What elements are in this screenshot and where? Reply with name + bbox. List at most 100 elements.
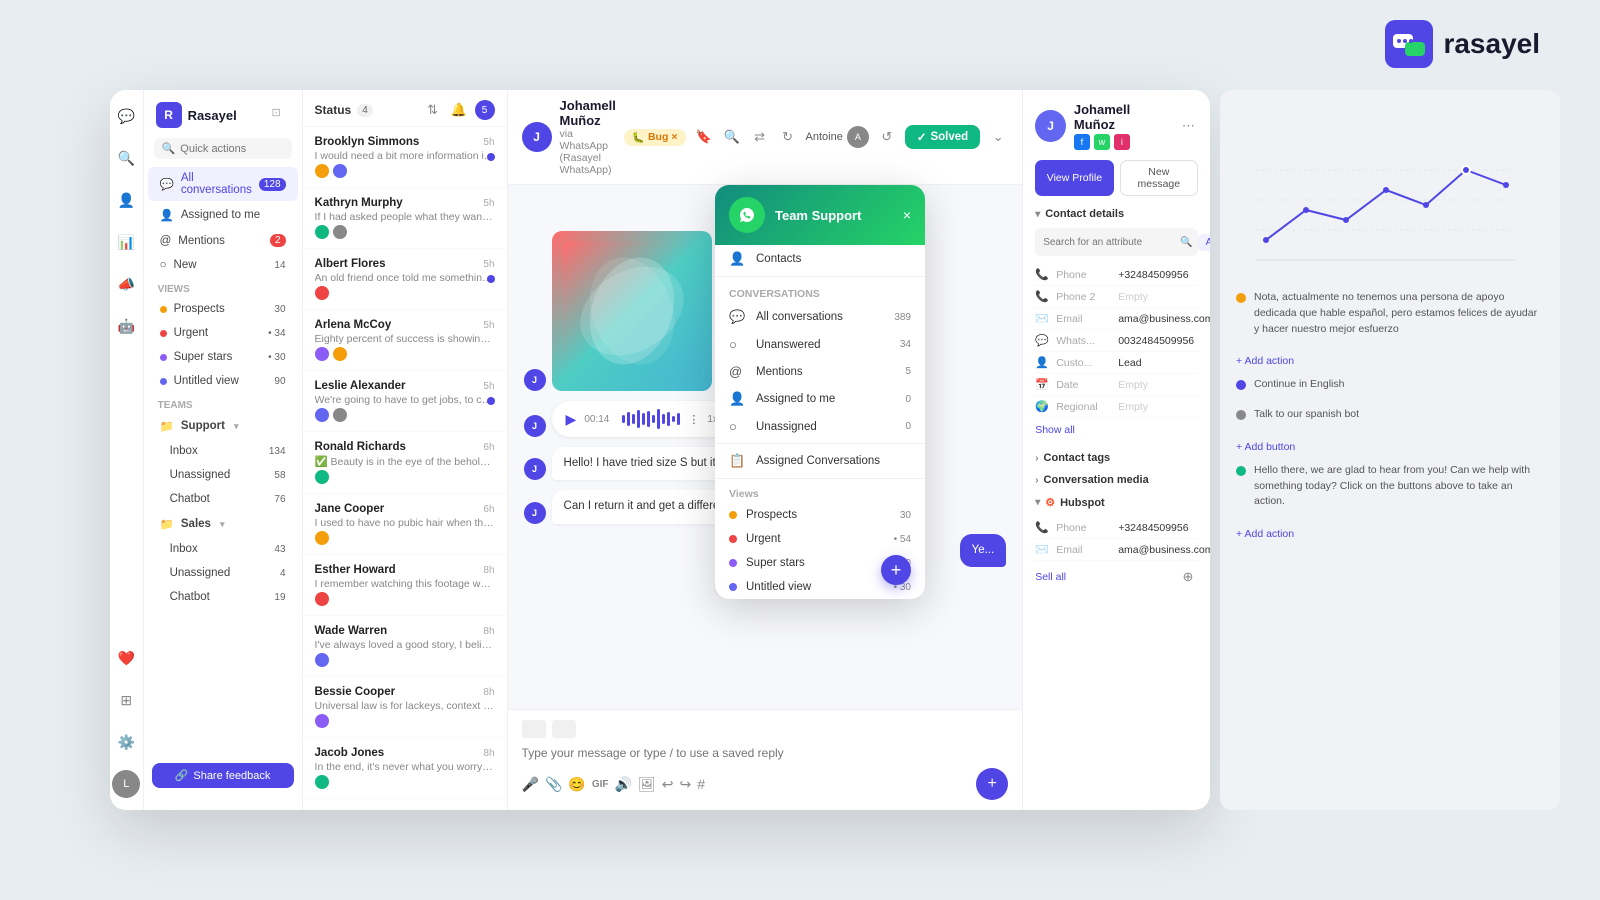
attribute-search[interactable]: 🔍 Add xyxy=(1035,228,1198,256)
emoji-icon[interactable]: 😊 xyxy=(568,776,585,793)
contact-more-icon[interactable]: ⋯ xyxy=(1179,116,1198,136)
bug-close-icon[interactable]: × xyxy=(671,131,677,143)
sidebar-item-support-unassigned[interactable]: Unassigned 58 xyxy=(148,464,298,486)
nav-icon-reports[interactable]: 📊 xyxy=(112,228,140,256)
sidebar-item-new[interactable]: ○ New 14 xyxy=(148,254,298,276)
sidebar-search[interactable]: 🔍 xyxy=(154,138,292,159)
whatsapp-icon[interactable]: w xyxy=(1094,134,1110,150)
sidebar-item-support-chatbot[interactable]: Chatbot 76 xyxy=(148,488,298,510)
audio-options-icon[interactable]: ⋮ xyxy=(688,413,699,426)
sidebar-item-urgent[interactable]: Urgent • 34 xyxy=(148,322,298,344)
add-action-label[interactable]: + Add action xyxy=(1236,355,1294,367)
nav-icon-chat[interactable]: 💬 xyxy=(112,102,140,130)
attribute-search-input[interactable] xyxy=(1043,237,1175,248)
sidebar-item-assigned-to-me[interactable]: 👤 Assigned to me xyxy=(148,203,298,227)
nav-icon-grid[interactable]: ⊞ xyxy=(112,686,140,714)
sidebar-item-sales-team[interactable]: 📁 Sales ▾ xyxy=(148,512,298,536)
add-action-label-2[interactable]: + Add action xyxy=(1236,528,1294,540)
gif-icon[interactable]: GIF xyxy=(592,779,609,790)
sidebar-item-prospects[interactable]: Prospects 30 xyxy=(148,298,298,320)
bug-tag[interactable]: 🐛 Bug × xyxy=(624,129,686,146)
add-button-link[interactable]: + Add button xyxy=(1236,437,1544,455)
swap-icon[interactable]: ⇄ xyxy=(750,127,770,147)
bookmark-icon[interactable]: 🔖 xyxy=(694,127,714,147)
sidebar-expand-btn[interactable]: ⊡ xyxy=(272,106,290,124)
conv-item-kathryn[interactable]: Kathryn Murphy 5h If I had asked people … xyxy=(303,188,507,249)
contact-details-section[interactable]: ▾ Contact details xyxy=(1035,208,1198,220)
contact-tags-title[interactable]: › Contact tags xyxy=(1035,452,1198,464)
sidebar-item-superstars[interactable]: Super stars • 30 xyxy=(148,346,298,368)
conv-item-arlena[interactable]: Arlena McCoy 5h Eighty percent of succes… xyxy=(303,310,507,371)
nav-icon-favorites[interactable]: ❤️ xyxy=(112,644,140,672)
show-all-link[interactable]: Show all xyxy=(1035,424,1075,436)
add-button-label[interactable]: + Add button xyxy=(1236,441,1295,453)
wa-view-urgent[interactable]: Urgent • 54 xyxy=(715,527,925,551)
nav-icon-avatar[interactable]: L xyxy=(112,770,140,798)
send-message-button[interactable]: + xyxy=(976,768,1008,800)
play-icon[interactable]: ▶ xyxy=(566,411,577,428)
wa-unanswered[interactable]: ○ Unanswered 34 xyxy=(715,331,925,358)
add-action-link-1[interactable]: + Add action xyxy=(1236,351,1544,369)
audio-icon[interactable]: 🔊 xyxy=(615,776,632,793)
format-icon[interactable] xyxy=(522,720,546,738)
reassign-icon[interactable]: ↺ xyxy=(877,127,897,147)
more-options-icon[interactable]: ⌄ xyxy=(988,127,1008,147)
list-icon[interactable] xyxy=(552,720,576,738)
sidebar-item-sales-inbox[interactable]: Inbox 43 xyxy=(148,538,298,560)
image-icon[interactable]: 🖼 xyxy=(638,776,656,793)
sidebar-item-sales-chatbot[interactable]: Chatbot 19 xyxy=(148,586,298,608)
conv-badge-icon[interactable]: 5 xyxy=(475,100,495,120)
sidebar-item-support-inbox[interactable]: Inbox 134 xyxy=(148,440,298,462)
search-chat-icon[interactable]: 🔍 xyxy=(722,127,742,147)
conv-item-wade[interactable]: Wade Warren 8h I've always loved a good … xyxy=(303,616,507,677)
add-attribute-button[interactable]: Add xyxy=(1198,234,1210,251)
paperclip-icon[interactable]: 📎 xyxy=(545,776,562,793)
undo-icon[interactable]: ↩ xyxy=(662,776,674,793)
conv-item-leslie[interactable]: Leslie Alexander 5h We're going to have … xyxy=(303,371,507,432)
wa-fab-button[interactable]: + xyxy=(881,555,911,585)
nav-icon-bots[interactable]: 🤖 xyxy=(112,312,140,340)
conv-media-title[interactable]: › Conversation media xyxy=(1035,474,1198,486)
conv-item-bessie[interactable]: Bessie Cooper 8h Universal law is for la… xyxy=(303,677,507,738)
microphone-icon[interactable]: 🎤 xyxy=(522,776,539,793)
nav-icon-broadcast[interactable]: 📣 xyxy=(112,270,140,298)
wa-assigned-to-me[interactable]: 👤 Assigned to me 0 xyxy=(715,385,925,413)
hashtag-icon[interactable]: # xyxy=(697,776,705,792)
conv-item-brooklyn[interactable]: Brooklyn Simmons 5h I would need a bit m… xyxy=(303,127,507,188)
bell-icon[interactable]: 🔔 xyxy=(449,100,469,120)
conv-item-albert[interactable]: Albert Flores 5h An old friend once told… xyxy=(303,249,507,310)
solved-button[interactable]: ✓ Solved xyxy=(905,125,980,149)
sort-icon[interactable]: ⇅ xyxy=(423,100,443,120)
wa-contacts-item[interactable]: 👤 Contacts xyxy=(715,245,925,273)
sidebar-item-support-team[interactable]: 📁 Support ▾ xyxy=(148,414,298,438)
wa-unassigned[interactable]: ○ Unassigned 0 xyxy=(715,413,925,440)
facebook-icon[interactable]: f xyxy=(1074,134,1090,150)
share-feedback-button[interactable]: 🔗 Share feedback xyxy=(152,763,294,788)
redo-icon[interactable]: ↪ xyxy=(679,776,691,793)
instagram-icon[interactable]: i xyxy=(1114,134,1130,150)
sidebar-item-sales-unassigned[interactable]: Unassigned 4 xyxy=(148,562,298,584)
search-icon[interactable]: 🔍 xyxy=(1180,232,1192,252)
nav-icon-settings[interactable]: ⚙️ xyxy=(112,728,140,756)
nav-icon-contacts[interactable]: 👤 xyxy=(112,186,140,214)
conv-item-jacob[interactable]: Jacob Jones 8h In the end, it's never wh… xyxy=(303,738,507,799)
add-action-link-2[interactable]: + Add action xyxy=(1236,524,1544,542)
new-message-button[interactable]: New message xyxy=(1120,160,1198,196)
sidebar-item-mentions[interactable]: @ Mentions 2 xyxy=(148,229,298,252)
conv-item-ronald[interactable]: Ronald Richards 6h ✅ Beauty is in the ey… xyxy=(303,432,507,494)
wa-view-prospects[interactable]: Prospects 30 xyxy=(715,503,925,527)
view-profile-button[interactable]: View Profile xyxy=(1035,160,1113,196)
quick-actions-input[interactable] xyxy=(180,143,283,155)
wa-close-button[interactable]: × xyxy=(903,207,911,223)
sidebar-item-all-conversations[interactable]: 💬 All conversations 128 xyxy=(148,167,298,201)
hubspot-expand-icon[interactable]: ⊕ xyxy=(1178,567,1198,587)
wa-assigned-conv[interactable]: 📋 Assigned Conversations xyxy=(715,447,925,475)
sell-all-link[interactable]: Sell all xyxy=(1035,571,1066,583)
wa-mentions[interactable]: @ Mentions 5 xyxy=(715,358,925,385)
msg-audio[interactable]: ▶ 00:14 xyxy=(552,401,732,437)
wa-all-conversations[interactable]: 💬 All conversations 389 xyxy=(715,303,925,331)
nav-icon-search[interactable]: 🔍 xyxy=(112,144,140,172)
refresh-icon[interactable]: ↻ xyxy=(778,127,798,147)
conv-item-jane[interactable]: Jane Cooper 6h I used to have no pubic h… xyxy=(303,494,507,555)
chat-message-input[interactable] xyxy=(522,746,1009,760)
